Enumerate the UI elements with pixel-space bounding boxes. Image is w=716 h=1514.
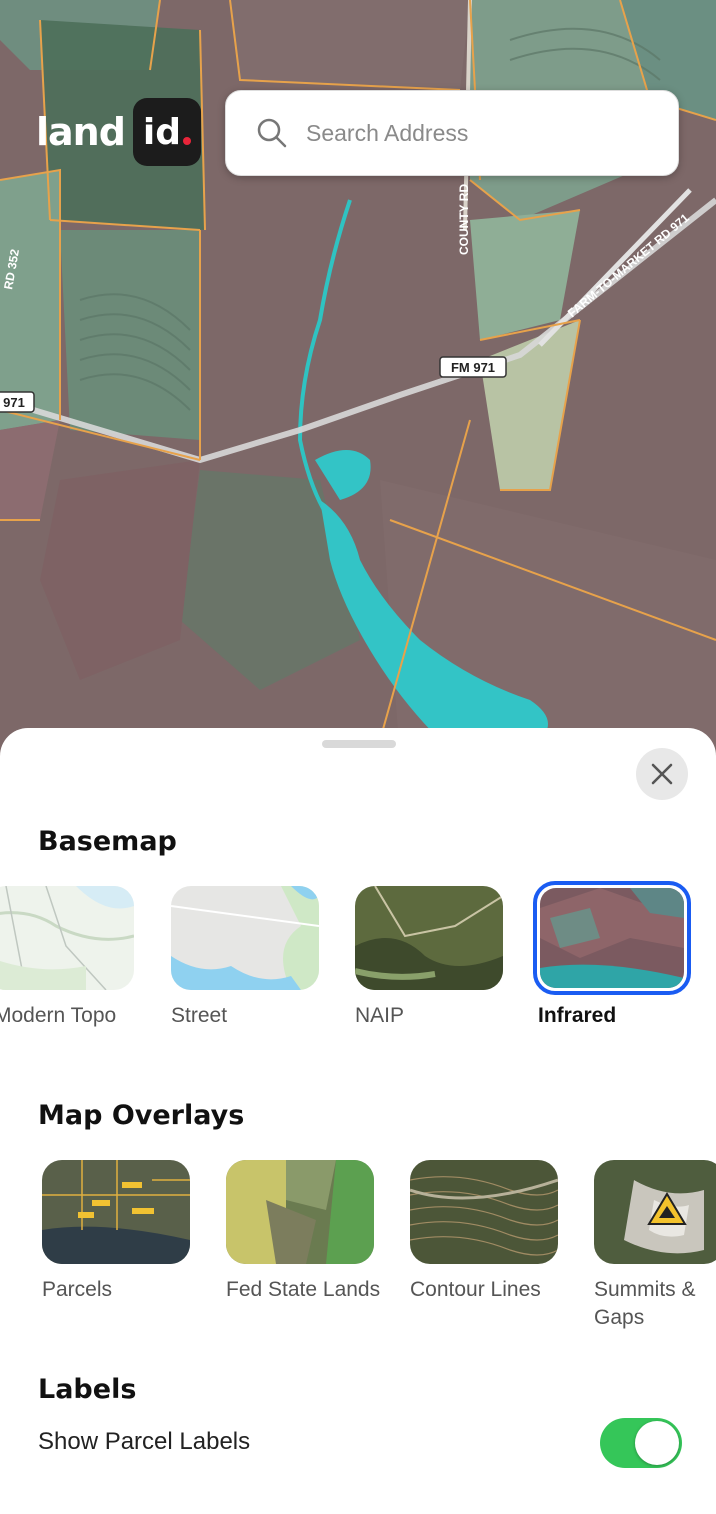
overlay-fed-state-lands[interactable] xyxy=(226,1160,374,1264)
basemap-title: Basemap xyxy=(38,826,177,857)
show-parcel-labels-label: Show Parcel Labels xyxy=(38,1428,251,1455)
road-label-fm971: FM 971 xyxy=(451,360,495,375)
overlay-label-parcels: Parcels xyxy=(42,1278,113,1301)
labels-title: Labels xyxy=(38,1374,137,1405)
overlay-label-fed-state-lands: Fed State Lands xyxy=(226,1278,381,1301)
layers-sheet: Basemap Modern Topo Street NAIP Infrared… xyxy=(0,728,716,1514)
show-parcel-labels-toggle[interactable] xyxy=(600,1418,682,1468)
basemap-naip[interactable] xyxy=(355,886,503,990)
basemap-label-naip: NAIP xyxy=(355,1004,405,1027)
road-label-county-rd: COUNTY RD xyxy=(457,184,471,255)
overlay-summits-gaps[interactable] xyxy=(594,1160,716,1264)
search-icon xyxy=(257,118,287,148)
landid-logo: land id xyxy=(36,98,201,166)
basemap-label-infrared: Infrared xyxy=(538,1004,617,1027)
search-input[interactable] xyxy=(304,118,638,148)
overlay-contour-lines[interactable] xyxy=(410,1160,558,1264)
overlay-label-summits-gaps: Summits & Gaps xyxy=(594,1278,696,1329)
search-bar[interactable] xyxy=(225,90,679,176)
basemap-modern-topo[interactable] xyxy=(0,886,134,990)
sheet-drag-handle[interactable] xyxy=(322,740,396,748)
basemap-street[interactable] xyxy=(171,886,319,990)
basemap-label-modern-topo: Modern Topo xyxy=(0,1004,117,1027)
close-icon xyxy=(651,763,673,785)
close-button[interactable] xyxy=(636,748,688,800)
logo-word: land xyxy=(36,110,126,154)
basemap-label-street: Street xyxy=(171,1004,228,1027)
toggle-knob xyxy=(635,1421,679,1465)
overlay-parcels[interactable] xyxy=(42,1160,190,1264)
overlays-title: Map Overlays xyxy=(38,1100,245,1131)
road-label-971: 971 xyxy=(3,395,25,410)
overlay-label-contour-lines: Contour Lines xyxy=(410,1278,541,1301)
basemap-infrared[interactable] xyxy=(540,888,684,988)
logo-mark: id xyxy=(132,98,201,166)
